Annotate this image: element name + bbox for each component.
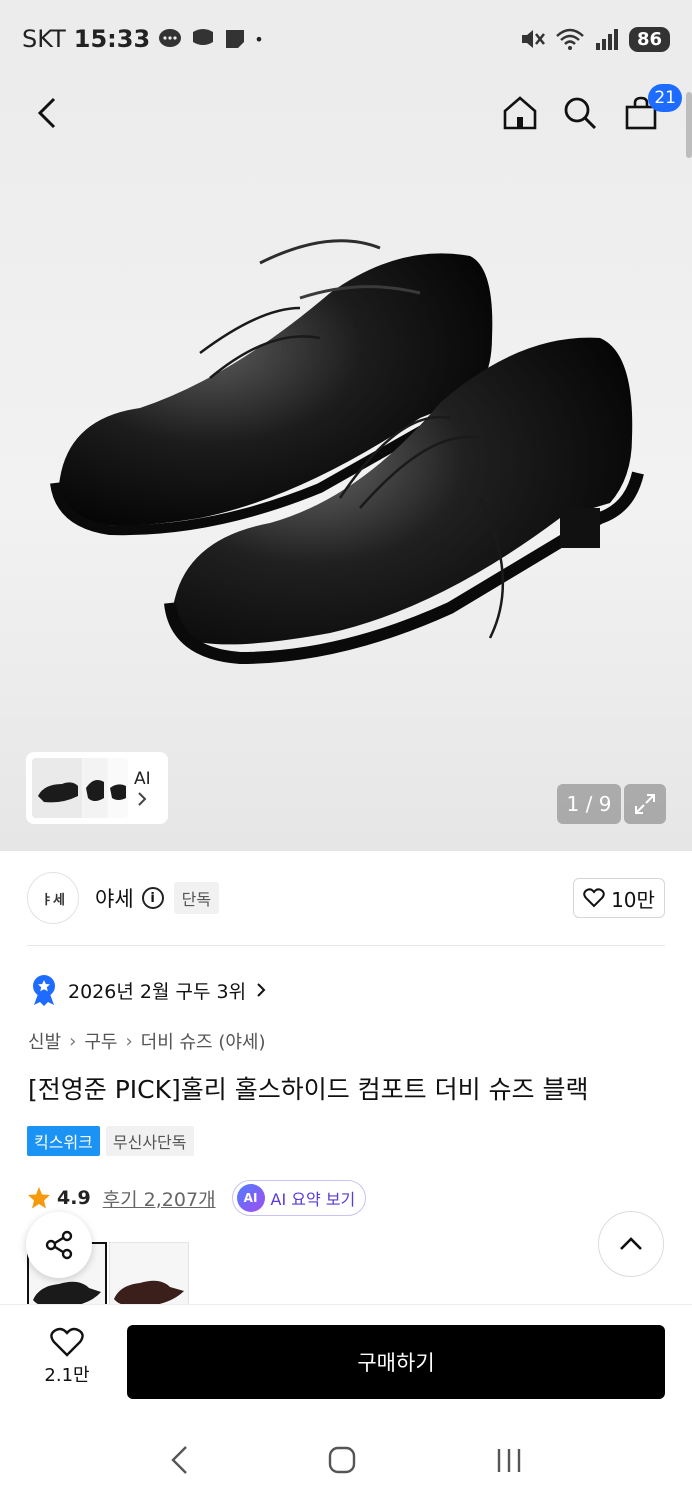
mute-icon — [521, 30, 545, 48]
wishlist-button[interactable]: 2.1만 — [30, 1327, 104, 1387]
image-counter: 1 / 9 — [557, 784, 621, 824]
system-recents-icon[interactable] — [494, 1445, 524, 1475]
chevron-up-icon — [620, 1237, 642, 1250]
brand-logo[interactable]: ㅑ세 — [27, 872, 79, 924]
heart-icon — [583, 888, 605, 908]
status-right: 86 — [519, 26, 670, 52]
brand-row: ㅑ세 야세 i 단독 10만 — [27, 870, 665, 926]
product-image — [50, 239, 644, 665]
breadcrumb-separator-icon: › — [125, 1030, 133, 1052]
share-icon — [45, 1230, 73, 1260]
status-bar: SKT 15:33 • 86 — [0, 0, 692, 78]
review-row: 4.9 후기 2,207개 AI AI 요약 보기 — [27, 1180, 367, 1216]
signal-icon — [595, 29, 618, 50]
note-notification-icon — [226, 30, 245, 48]
brand-like-button[interactable]: 10만 — [573, 878, 665, 918]
system-home-icon[interactable] — [327, 1445, 357, 1475]
scroll-indicator[interactable] — [686, 92, 692, 158]
ai-summary-label: AI 요약 보기 — [270, 1190, 356, 1209]
brand-name[interactable]: 야세 — [95, 883, 134, 913]
heart-icon — [50, 1327, 84, 1357]
ai-badge-icon: AI — [236, 1184, 265, 1212]
exclusive-tag: 단독 — [173, 882, 220, 914]
ai-similar-items-thumbnail[interactable]: AI — [26, 752, 168, 824]
clock: 15:33 — [73, 25, 151, 53]
chat-notification-icon — [159, 29, 182, 47]
ranking-text: 2026년 2월 구두 3위 — [68, 980, 247, 1003]
status-left: SKT 15:33 • — [22, 25, 264, 53]
star-icon — [28, 1187, 50, 1209]
brand-like-count: 10만 — [611, 887, 655, 912]
system-navigation-bar — [0, 1420, 692, 1500]
top-navigation: 21 — [0, 80, 692, 144]
breadcrumb: 신발 › 구두 › 더비 슈즈 (야세) — [28, 1028, 266, 1054]
chevron-right-icon — [138, 792, 147, 806]
back-button[interactable] — [24, 90, 70, 136]
rating-value: 4.9 — [57, 1187, 91, 1209]
product-tag: 무신사단독 — [105, 1126, 194, 1156]
chevron-right-icon — [257, 983, 266, 997]
breadcrumb-separator-icon: › — [69, 1030, 77, 1052]
buy-button[interactable]: 구매하기 — [127, 1325, 665, 1399]
share-button[interactable] — [26, 1212, 92, 1278]
info-icon[interactable]: i — [141, 887, 164, 909]
ranking-medal-icon — [33, 975, 55, 1006]
chevron-left-icon — [37, 97, 56, 129]
ranking-link[interactable]: 2026년 2월 구두 3위 — [30, 974, 266, 1006]
brand-logo-text: ㅑ세 — [41, 892, 65, 908]
breadcrumb-item[interactable]: 신발 — [28, 1028, 61, 1054]
cart-button[interactable]: 21 — [618, 84, 682, 136]
color-option-brown[interactable] — [109, 1242, 189, 1304]
product-title: [전영준 PICK]홀리 홀스하이드 컴포트 더비 슈즈 블랙 — [28, 1075, 589, 1104]
ai-summary-button[interactable]: AI AI 요약 보기 — [231, 1180, 367, 1216]
search-button[interactable] — [557, 90, 603, 136]
review-count-link[interactable]: 후기 2,207개 — [103, 1185, 216, 1212]
home-button[interactable] — [497, 90, 543, 136]
product-tags: 킥스위크 무신사단독 — [27, 1126, 194, 1156]
cart-count-badge: 21 — [648, 84, 682, 112]
similar-items-preview — [32, 758, 128, 818]
search-icon — [564, 97, 597, 130]
battery-level: 86 — [628, 26, 670, 52]
message-notification-icon — [193, 29, 214, 45]
ai-label: AI — [134, 769, 151, 789]
section-divider — [27, 945, 665, 946]
expand-icon — [635, 794, 655, 814]
breadcrumb-item[interactable]: 더비 슈즈 (야세) — [141, 1028, 266, 1054]
wifi-icon — [556, 28, 584, 50]
expand-image-button[interactable] — [624, 784, 666, 824]
more-notifications-dot: • — [254, 29, 264, 49]
product-image-gallery[interactable] — [0, 78, 692, 851]
ai-label-group: AI — [134, 769, 151, 807]
scroll-to-top-button[interactable] — [598, 1211, 664, 1277]
product-tag: 킥스위크 — [27, 1126, 100, 1156]
home-icon — [503, 96, 537, 130]
breadcrumb-item[interactable]: 구두 — [84, 1028, 117, 1054]
purchase-bar: 2.1만 구매하기 — [0, 1304, 692, 1420]
carrier-label: SKT — [22, 25, 66, 53]
wishlist-count: 2.1만 — [44, 1365, 90, 1386]
system-back-icon[interactable] — [168, 1444, 190, 1476]
